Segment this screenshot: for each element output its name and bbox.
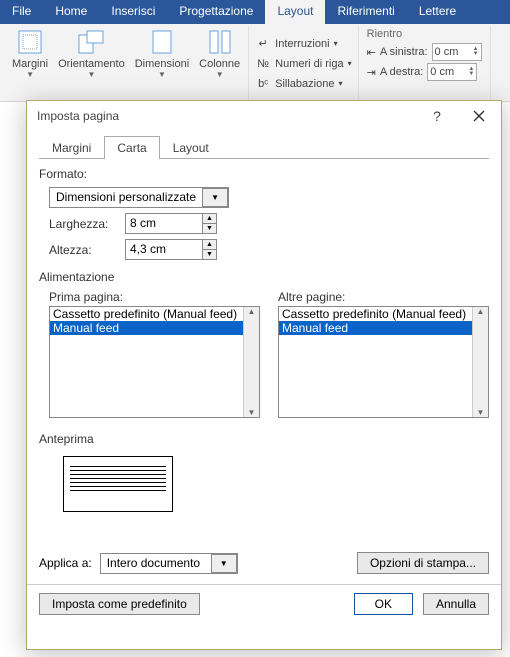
formato-label: Formato:: [39, 167, 489, 181]
tab-lettere[interactable]: Lettere: [407, 0, 468, 24]
margins-button[interactable]: Margini ▼: [8, 26, 52, 81]
list-item[interactable]: Cassetto predefinito (Manual feed): [50, 307, 259, 321]
spinner-arrows-icon: ▲▼: [473, 47, 479, 57]
indent-right-value: 0 cm: [430, 66, 454, 78]
orientation-button[interactable]: Orientamento ▼: [54, 26, 129, 81]
size-label: Dimensioni: [135, 58, 189, 70]
apply-to-combo[interactable]: Intero documento ▼: [100, 553, 238, 574]
close-icon: [473, 110, 485, 122]
indent-title: Rientro: [363, 26, 486, 42]
chevron-down-icon: ▼: [158, 70, 166, 79]
help-button[interactable]: ?: [423, 105, 451, 127]
indent-left-value: 0 cm: [435, 46, 459, 58]
first-page-tray-list[interactable]: Cassetto predefinito (Manual feed) Manua…: [49, 306, 260, 418]
tab-file[interactable]: File: [0, 0, 43, 24]
tab-progettazione[interactable]: Progettazione: [167, 0, 265, 24]
alimentazione-label: Alimentazione: [39, 270, 489, 284]
line-numbers-button[interactable]: № Numeri di riga ▾: [253, 55, 353, 73]
columns-icon: [204, 28, 236, 56]
margins-icon: [14, 28, 46, 56]
hyphenation-icon: bᶜ: [255, 76, 271, 92]
anteprima-label: Anteprima: [39, 432, 489, 446]
tab-margini[interactable]: Margini: [39, 136, 104, 159]
indent-right-input[interactable]: 0 cm ▲▼: [427, 63, 477, 81]
group-indent: Rientro ⇤ A sinistra: 0 cm ▲▼ ⇥ A destra…: [359, 26, 491, 101]
close-button[interactable]: [465, 105, 493, 127]
other-pages-tray-list[interactable]: Cassetto predefinito (Manual feed) Manua…: [278, 306, 489, 418]
ribbon-tabs: File Home Inserisci Progettazione Layout…: [0, 0, 510, 24]
first-page-label: Prima pagina:: [49, 290, 260, 304]
margins-label: Margini: [12, 58, 48, 70]
tab-home[interactable]: Home: [43, 0, 99, 24]
line-numbers-icon: №: [255, 56, 271, 72]
height-value: 4,3 cm: [126, 240, 202, 259]
line-numbers-label: Numeri di riga: [275, 58, 343, 70]
chevron-down-icon[interactable]: ▼: [202, 188, 228, 207]
breaks-icon: ↵: [255, 36, 271, 52]
group-page-setup: Margini ▼ Orientamento ▼ Dimensioni ▼: [4, 26, 249, 101]
dialog-tabs: Margini Carta Layout: [39, 135, 489, 159]
scrollbar[interactable]: ▲▼: [472, 307, 488, 417]
orientation-icon: [75, 28, 107, 56]
width-value: 8 cm: [126, 214, 202, 233]
ok-button[interactable]: OK: [354, 593, 413, 615]
chevron-down-icon: ▾: [348, 59, 352, 68]
dialog-title: Imposta pagina: [37, 109, 119, 123]
list-item[interactable]: Manual feed: [50, 321, 259, 335]
list-item[interactable]: Manual feed: [279, 321, 488, 335]
indent-right-icon: ⇥: [367, 66, 376, 79]
indent-left-input[interactable]: 0 cm ▲▼: [432, 43, 482, 61]
tab-layout-dlg[interactable]: Layout: [160, 136, 222, 159]
tab-carta[interactable]: Carta: [104, 136, 159, 159]
orientation-label: Orientamento: [58, 58, 125, 70]
other-pages-label: Altre pagine:: [278, 290, 489, 304]
dialog-titlebar: Imposta pagina ?: [27, 101, 501, 131]
columns-button[interactable]: Colonne ▼: [195, 26, 244, 81]
print-options-button[interactable]: Opzioni di stampa...: [357, 552, 489, 574]
chevron-down-icon: ▼: [87, 70, 95, 79]
apply-to-label: Applica a:: [39, 556, 92, 570]
scrollbar[interactable]: ▲▼: [243, 307, 259, 417]
paper-size-combo[interactable]: Dimensioni personalizzate ▼: [49, 187, 229, 208]
ribbon-content: Margini ▼ Orientamento ▼ Dimensioni ▼: [0, 24, 510, 102]
group-breaks: ↵ Interruzioni ▾ № Numeri di riga ▾ bᶜ S…: [249, 26, 358, 101]
tab-riferimenti[interactable]: Riferimenti: [325, 0, 406, 24]
chevron-down-icon: ▼: [216, 70, 224, 79]
cancel-button[interactable]: Annulla: [423, 593, 489, 615]
height-input[interactable]: 4,3 cm ▲▼: [125, 239, 217, 260]
indent-right-label: A destra:: [380, 66, 423, 78]
size-button[interactable]: Dimensioni ▼: [131, 26, 193, 81]
indent-left-icon: ⇤: [367, 46, 376, 59]
spinner-arrows-icon: ▲▼: [202, 214, 216, 233]
width-label: Larghezza:: [49, 217, 115, 231]
paper-size-value: Dimensioni personalizzate: [50, 188, 202, 207]
chevron-down-icon[interactable]: ▼: [211, 554, 237, 573]
chevron-down-icon: ▾: [338, 79, 342, 88]
chevron-down-icon: ▼: [26, 70, 34, 79]
spinner-arrows-icon: ▲▼: [468, 67, 474, 77]
width-input[interactable]: 8 cm ▲▼: [125, 213, 217, 234]
columns-label: Colonne: [199, 58, 240, 70]
apply-to-value: Intero documento: [101, 554, 211, 573]
spinner-arrows-icon: ▲▼: [202, 240, 216, 259]
set-as-default-button[interactable]: Imposta come predefinito: [39, 593, 200, 615]
breaks-label: Interruzioni: [275, 38, 329, 50]
list-item[interactable]: Cassetto predefinito (Manual feed): [279, 307, 488, 321]
hyphenation-button[interactable]: bᶜ Sillabazione ▾: [253, 75, 353, 93]
tab-inserisci[interactable]: Inserisci: [99, 0, 167, 24]
tab-layout[interactable]: Layout: [265, 0, 325, 24]
page-setup-dialog: Imposta pagina ? Margini Carta Layout Fo…: [26, 100, 502, 650]
size-icon: [146, 28, 178, 56]
height-label: Altezza:: [49, 243, 115, 257]
hyphenation-label: Sillabazione: [275, 78, 334, 90]
indent-left-label: A sinistra:: [380, 46, 428, 58]
chevron-down-icon: ▾: [334, 39, 338, 48]
breaks-button[interactable]: ↵ Interruzioni ▾: [253, 35, 353, 53]
preview-image: [63, 456, 173, 512]
